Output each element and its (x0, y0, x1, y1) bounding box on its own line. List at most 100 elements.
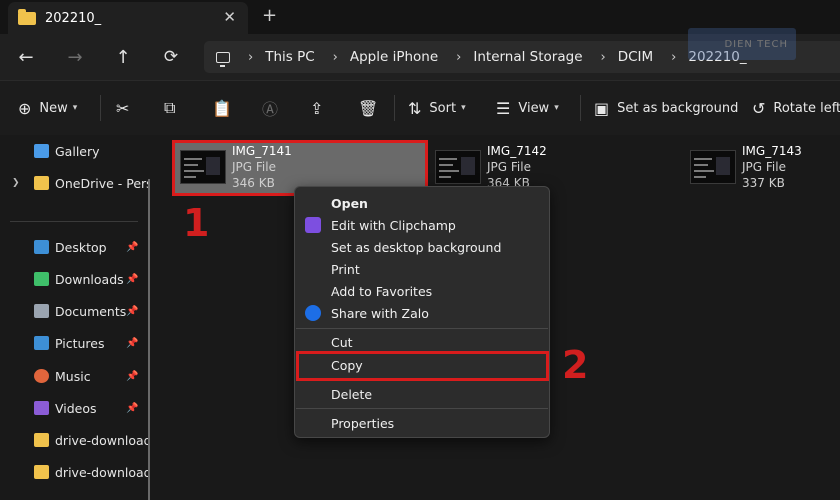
new-label: New (39, 100, 68, 116)
menu-item-label: Delete (331, 386, 373, 402)
breadcrumb-this-pc[interactable]: This PC (265, 49, 314, 65)
menu-item-label: Properties (331, 415, 395, 431)
back-button[interactable]: ← (13, 44, 39, 70)
menu-item-label: Print (331, 261, 360, 277)
set-as-background-label: Set as background (617, 100, 739, 116)
folder-icon (34, 176, 49, 190)
sidebar-item-documents[interactable]: Documents 📌 (0, 298, 150, 324)
folder-icon (34, 465, 49, 479)
folder-icon (34, 433, 49, 447)
menu-item-share-with-zalo[interactable]: Share with Zalo (295, 302, 549, 324)
menu-item-label: Cut (331, 334, 353, 350)
sidebar-item-pictures[interactable]: Pictures 📌 (0, 330, 150, 356)
paste-button[interactable]: 📋 (212, 97, 240, 119)
up-button[interactable]: ↑ (110, 44, 136, 70)
toolbar-divider (394, 95, 395, 121)
sidebar-item-label: Desktop (55, 239, 107, 255)
chevron-right-icon: › (248, 49, 254, 65)
rotate-left-button[interactable]: ↺ Rotate left (752, 97, 840, 119)
documents-icon (34, 304, 49, 318)
menu-item-label: Set as desktop background (331, 239, 502, 255)
computer-icon (216, 51, 230, 67)
menu-separator (296, 328, 548, 329)
breadcrumb-internal-storage[interactable]: Internal Storage (473, 49, 582, 65)
chevron-right-icon: › (671, 49, 677, 65)
cut-button[interactable]: ✂ (116, 97, 137, 119)
sidebar-item-label: Pictures (55, 335, 105, 351)
set-as-background-button[interactable]: ▣ Set as background (594, 97, 738, 119)
sidebar-item-music[interactable]: Music 📌 (0, 363, 150, 389)
clipchamp-icon (305, 217, 321, 233)
sidebar-scrollbar[interactable] (148, 179, 150, 500)
pin-icon: 📌 (126, 370, 139, 382)
toolbar-divider (580, 95, 581, 121)
rename-button[interactable]: Ⓐ (262, 97, 286, 119)
annotation-step-2: 2 (562, 343, 589, 387)
view-button[interactable]: ☰ View ▾ (496, 97, 559, 119)
videos-icon (34, 401, 49, 415)
plus-circle-icon: ⊕ (18, 98, 32, 118)
close-tab-button[interactable]: ✕ (223, 8, 236, 26)
chevron-down-icon: ▾ (72, 103, 78, 113)
breadcrumb-apple-iphone[interactable]: Apple iPhone (350, 49, 438, 65)
paste-icon: 📋 (212, 98, 232, 118)
file-item-img-7143[interactable]: IMG_7143 JPG File 337 KB (682, 140, 840, 196)
refresh-button[interactable]: ⟳ (158, 44, 184, 70)
delete-button[interactable]: 🗑 (358, 97, 386, 119)
context-menu: Open Edit with Clipchamp Set as desktop … (294, 186, 550, 438)
sort-button[interactable]: ⇅ Sort ▾ (408, 97, 466, 119)
menu-separator (296, 408, 548, 409)
sidebar-item-videos[interactable]: Videos 📌 (0, 395, 150, 421)
menu-item-print[interactable]: Print (295, 258, 549, 280)
sidebar-item-label: Documents (55, 303, 127, 319)
menu-item-edit-with-clipchamp[interactable]: Edit with Clipchamp (295, 214, 549, 236)
copy-button[interactable]: ⧉ (164, 97, 183, 119)
sidebar-item-label: Gallery (55, 143, 100, 159)
folder-icon (18, 8, 36, 25)
forward-button[interactable]: → (62, 44, 88, 70)
sidebar-item-downloads[interactable]: Downloads 📌 (0, 266, 150, 292)
new-button[interactable]: ⊕ New ▾ (18, 97, 77, 119)
menu-item-label: Edit with Clipchamp (331, 217, 456, 233)
image-thumbnail (435, 150, 481, 184)
sidebar-item-label: drive-download (55, 432, 150, 448)
menu-item-set-desktop-background[interactable]: Set as desktop background (295, 236, 549, 258)
pictures-icon (34, 336, 49, 350)
rotate-left-label: Rotate left (773, 100, 840, 116)
pin-icon: 📌 (126, 305, 139, 317)
tab-title: 202210_ (45, 10, 102, 26)
pin-icon: 📌 (126, 273, 139, 285)
sidebar-item-label: Music (55, 368, 91, 384)
cut-icon: ✂ (116, 98, 130, 118)
sidebar-item-drive-download[interactable]: drive-download (0, 427, 150, 453)
file-name: IMG_7142 (487, 144, 547, 158)
share-button[interactable]: ⇪ (310, 97, 331, 119)
menu-item-label: Add to Favorites (331, 283, 433, 299)
file-size: 337 KB (742, 176, 785, 190)
sidebar-item-label: drive-download (55, 464, 150, 480)
chevron-right-icon[interactable]: ❯ (12, 178, 20, 188)
sidebar-item-drive-download[interactable]: drive-download (0, 459, 150, 485)
file-type: JPG File (487, 160, 531, 174)
sidebar-item-desktop[interactable]: Desktop 📌 (0, 234, 150, 260)
sidebar-item-onedrive[interactable]: ❯ OneDrive - Perso (0, 170, 150, 196)
rotate-left-icon: ↺ (752, 98, 766, 118)
menu-item-label: Share with Zalo (331, 305, 429, 321)
tab-202210[interactable]: 202210_ ✕ (8, 2, 248, 34)
view-icon: ☰ (496, 98, 511, 118)
breadcrumb-dcim[interactable]: DCIM (618, 49, 653, 65)
pin-icon: 📌 (126, 402, 139, 414)
sort-icon: ⇅ (408, 98, 422, 118)
rename-icon: Ⓐ (262, 100, 279, 119)
file-name: IMG_7143 (742, 144, 802, 158)
sidebar-divider (10, 221, 138, 222)
menu-item-cut[interactable]: Cut (295, 331, 549, 353)
menu-item-delete[interactable]: Delete (295, 383, 549, 405)
sort-label: Sort (429, 100, 457, 116)
new-tab-button[interactable]: + (262, 5, 277, 26)
menu-item-add-to-favorites[interactable]: Add to Favorites (295, 280, 549, 302)
download-icon (34, 272, 49, 286)
sidebar-item-gallery[interactable]: Gallery (0, 138, 150, 164)
menu-item-open[interactable]: Open (295, 192, 549, 214)
menu-item-properties[interactable]: Properties (295, 412, 549, 434)
